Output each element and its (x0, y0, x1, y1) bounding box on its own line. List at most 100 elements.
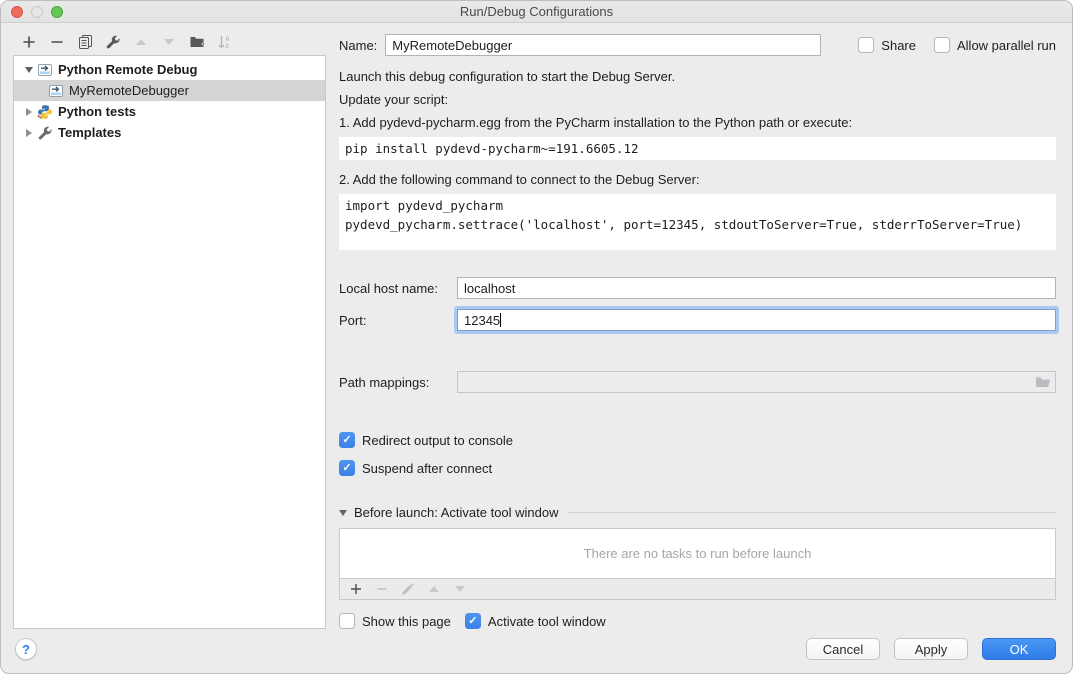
share-checkbox[interactable]: Share (858, 37, 916, 53)
chevron-right-icon (26, 129, 32, 137)
copy-configuration-button[interactable] (73, 32, 97, 52)
configurations-tree: Python Remote Debug MyRemoteDebugger (13, 55, 326, 629)
tree-item-label: Python tests (58, 104, 136, 119)
pencil-icon (401, 582, 415, 596)
checkbox-checked[interactable]: ✓ (465, 613, 481, 629)
task-list-toolbar (339, 579, 1056, 600)
ok-button[interactable]: OK (982, 638, 1056, 660)
arrow-up-icon (429, 586, 439, 592)
port-label: Port: (339, 313, 457, 328)
allow-parallel-run-label: Allow parallel run (957, 38, 1056, 53)
activate-tool-window-label: Activate tool window (488, 614, 606, 629)
path-mappings-label: Path mappings: (339, 375, 457, 390)
wrench-icon (105, 34, 121, 50)
title-bar: Run/Debug Configurations (1, 1, 1072, 23)
move-task-down-button[interactable] (448, 579, 472, 599)
zoom-window-button[interactable] (51, 6, 63, 18)
redirect-output-checkbox[interactable]: ✓ Redirect output to console (339, 432, 513, 448)
text-caret (500, 313, 501, 327)
check-icon: ✓ (468, 616, 477, 627)
checkbox-unchecked[interactable] (934, 37, 950, 53)
intro-line-2: Update your script: (339, 91, 1056, 109)
name-label: Name: (339, 38, 377, 53)
separator-line (567, 512, 1056, 513)
path-mappings-row: Path mappings: (339, 371, 1056, 393)
add-configuration-button[interactable] (17, 32, 41, 52)
dialog-body: a z (1, 23, 1072, 629)
configurations-toolbar: a z (13, 31, 326, 55)
move-task-up-button[interactable] (422, 579, 446, 599)
check-icon: ✓ (342, 463, 351, 474)
traffic-lights (11, 1, 63, 22)
chevron-right-icon (26, 108, 32, 116)
checkbox-checked[interactable]: ✓ (339, 460, 355, 476)
redirect-output-label: Redirect output to console (362, 433, 513, 448)
settrace-code: import pydevd_pycharm pydevd_pycharm.set… (339, 194, 1056, 250)
allow-parallel-run-checkbox[interactable]: Allow parallel run (934, 37, 1056, 53)
remove-configuration-button[interactable] (45, 32, 69, 52)
before-launch-header[interactable]: Before launch: Activate tool window (339, 505, 1056, 520)
help-button[interactable]: ? (15, 638, 37, 660)
cancel-button[interactable]: Cancel (806, 638, 880, 660)
activate-tool-window-checkbox[interactable]: ✓ Activate tool window (465, 613, 606, 629)
question-mark-icon: ? (22, 642, 30, 657)
tree-item-myremotedebugger[interactable]: MyRemoteDebugger (14, 80, 325, 101)
port-row: Port: (339, 309, 1056, 331)
name-row: Name: Share Allow parallel run (339, 34, 1056, 56)
minimize-window-button[interactable] (31, 6, 43, 18)
wrench-icon (37, 125, 53, 141)
configuration-editor: Name: Share Allow parallel run Launch th… (326, 31, 1072, 629)
show-this-page-checkbox[interactable]: Show this page (339, 613, 451, 629)
configurations-sidebar: a z (1, 31, 326, 629)
run-debug-configurations-dialog: Run/Debug Configurations (0, 0, 1073, 674)
local-host-input[interactable] (457, 277, 1056, 299)
edit-templates-button[interactable] (101, 32, 125, 52)
dialog-footer: ? Cancel Apply OK (1, 629, 1072, 673)
local-host-row: Local host name: (339, 277, 1056, 299)
tree-item-python-tests[interactable]: Python tests (14, 101, 325, 122)
settrace-code-line2: pydevd_pycharm.settrace('localhost', por… (345, 215, 1050, 234)
new-folder-button[interactable] (185, 32, 209, 52)
remote-debug-icon (48, 83, 64, 99)
show-this-page-label: Show this page (362, 614, 451, 629)
suspend-after-connect-row: ✓ Suspend after connect (339, 460, 1056, 476)
expand-collapse-toggle[interactable] (21, 67, 37, 73)
arrow-down-icon (455, 586, 465, 592)
share-label: Share (881, 38, 916, 53)
name-input[interactable] (385, 34, 821, 56)
step1-text: 1. Add pydevd-pycharm.egg from the PyCha… (339, 114, 1056, 132)
suspend-after-connect-checkbox[interactable]: ✓ Suspend after connect (339, 460, 492, 476)
browse-folder-icon[interactable] (1035, 374, 1051, 390)
checkbox-unchecked[interactable] (339, 613, 355, 629)
tree-item-templates[interactable]: Templates (14, 122, 325, 143)
checkbox-checked[interactable]: ✓ (339, 432, 355, 448)
move-down-button[interactable] (157, 32, 181, 52)
port-input[interactable] (457, 309, 1056, 331)
close-window-button[interactable] (11, 6, 23, 18)
add-task-button[interactable] (344, 579, 368, 599)
minus-icon (375, 582, 389, 596)
copy-icon (77, 34, 93, 50)
svg-text:a: a (226, 35, 230, 42)
path-mappings-input[interactable] (457, 371, 1056, 393)
sort-configurations-button[interactable]: a z (213, 32, 237, 52)
pip-install-code: pip install pydevd-pycharm~=191.6605.12 (339, 137, 1056, 160)
plus-icon (21, 34, 37, 50)
arrow-up-icon (136, 39, 146, 45)
move-up-button[interactable] (129, 32, 153, 52)
tree-item-label: Templates (58, 125, 121, 140)
expand-collapse-toggle[interactable] (21, 129, 37, 137)
settrace-code-line1: import pydevd_pycharm (345, 196, 1050, 215)
new-folder-icon (189, 34, 205, 50)
connection-fields: Local host name: Port: (339, 277, 1056, 341)
checkbox-unchecked[interactable] (858, 37, 874, 53)
plus-icon (349, 582, 363, 596)
remove-task-button[interactable] (370, 579, 394, 599)
tree-item-python-remote-debug[interactable]: Python Remote Debug (14, 59, 325, 80)
apply-button[interactable]: Apply (894, 638, 968, 660)
expand-collapse-toggle[interactable] (21, 108, 37, 116)
intro-line-1: Launch this debug configuration to start… (339, 68, 1056, 86)
edit-task-button[interactable] (396, 579, 420, 599)
before-launch-task-list[interactable]: There are no tasks to run before launch (339, 528, 1056, 579)
arrow-down-icon (164, 39, 174, 45)
